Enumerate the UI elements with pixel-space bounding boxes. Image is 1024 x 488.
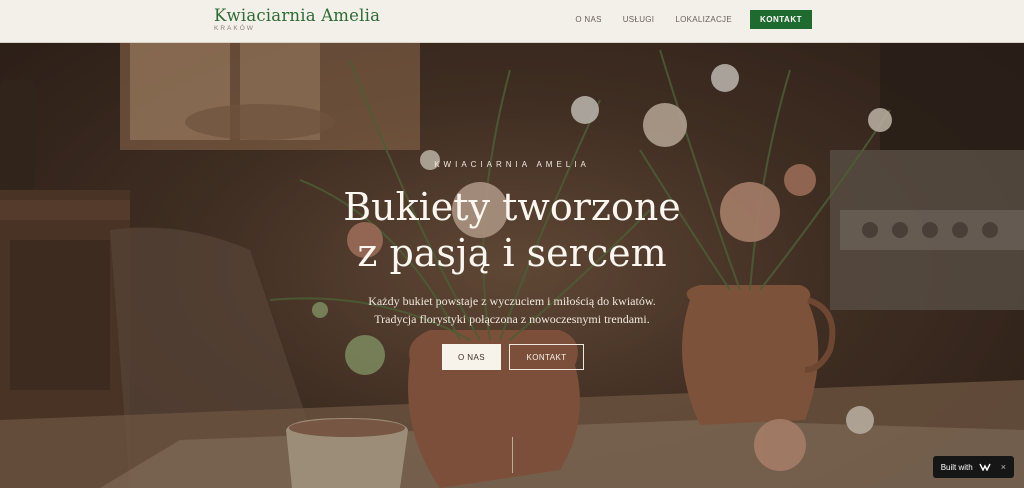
nav-item-about[interactable]: O NAS [575,15,601,24]
nav-item-locations[interactable]: LOKALIZACJE [675,15,732,24]
built-with-badge[interactable]: Built with × [932,456,1014,478]
nav-contact-button[interactable]: KONTAKT [749,10,812,29]
brand-subtitle: KRAKÓW [214,25,255,32]
site-header: Kwiaciarnia Amelia KRAKÓW O NAS USŁUGI L… [0,0,1024,43]
brand-logo[interactable]: Kwiaciarnia Amelia KRAKÓW [214,6,380,32]
built-with-label: Built with [940,462,973,472]
hero-description: Każdy bukiet powstaje z wyczuciem i miło… [0,292,1024,328]
hero-headline-line2: z pasją i sercem [357,231,667,275]
hero-section: KWIACIARNIA AMELIA Bukiety tworzone z pa… [0,0,1024,488]
hero-description-line1: Każdy bukiet powstaje z wyczuciem i miło… [368,294,656,308]
main-nav: O NAS USŁUGI LOKALIZACJE KONTAKT [554,10,812,29]
hero-headline-line1: Bukiety tworzone [343,185,681,229]
hero-eyebrow: KWIACIARNIA AMELIA [434,160,590,169]
brand-logo-icon [979,463,991,471]
brand-name: Kwiaciarnia Amelia [214,6,381,25]
contact-button[interactable]: KONTAKT [509,344,584,370]
hero-description-line2: Tradycja florystyki połączona z nowoczes… [374,312,650,326]
about-button[interactable]: O NAS [442,344,501,370]
hero-headline: Bukiety tworzone z pasją i sercem [0,184,1024,276]
nav-item-services[interactable]: USŁUGI [623,15,655,24]
close-icon[interactable]: × [1001,462,1006,472]
scroll-indicator [512,437,513,473]
